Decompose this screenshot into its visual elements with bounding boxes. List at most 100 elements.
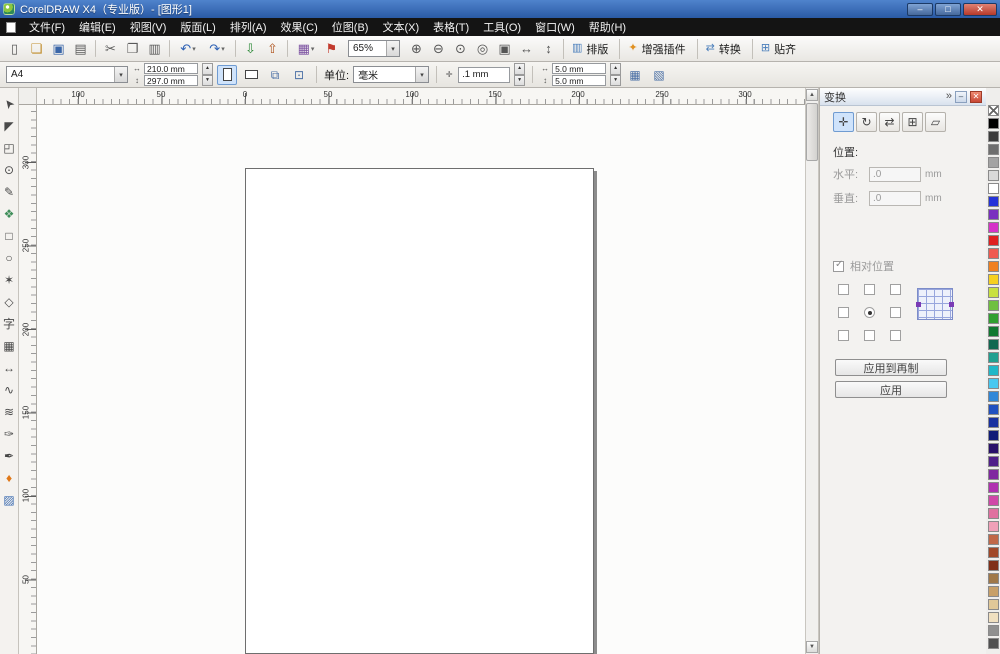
duplicate-y-field[interactable]: 5.0 mm — [552, 75, 607, 86]
color-swatch[interactable] — [987, 235, 999, 246]
fill-tool[interactable]: ♦ — [0, 467, 19, 489]
import-icon[interactable]: ⇩ — [240, 38, 261, 59]
all-pages-button[interactable]: ⧉ — [265, 65, 285, 85]
scale-mirror-transform-button[interactable]: ⇄ — [879, 112, 900, 132]
rotate-transform-button[interactable]: ↻ — [856, 112, 877, 132]
color-swatch[interactable] — [987, 612, 999, 623]
draw-options-button[interactable]: ▧ — [649, 65, 669, 85]
crop-tool[interactable]: ◰ — [0, 137, 19, 159]
maximize-button[interactable]: □ — [935, 2, 961, 16]
application-launcher-icon[interactable]: ▦ — [292, 38, 320, 59]
color-swatch[interactable] — [987, 573, 999, 584]
anchor-right[interactable] — [890, 307, 901, 318]
menu-effects[interactable]: 效果(C) — [274, 18, 325, 36]
relative-position-checkbox[interactable] — [833, 259, 844, 272]
color-swatch[interactable] — [987, 352, 999, 363]
color-swatch[interactable] — [987, 274, 999, 285]
portrait-button[interactable] — [217, 64, 237, 85]
position-transform-button[interactable]: ✛ — [833, 112, 854, 132]
separator[interactable] — [287, 40, 288, 57]
color-swatch[interactable] — [987, 339, 999, 350]
color-swatch[interactable] — [987, 170, 999, 181]
ellipse-tool[interactable]: ○ — [0, 247, 19, 269]
color-swatch[interactable] — [987, 430, 999, 441]
docker-collapse-button[interactable]: – — [955, 90, 967, 103]
color-swatch[interactable] — [987, 144, 999, 155]
scrollbar-thumb[interactable] — [806, 103, 818, 161]
welcome-screen-icon[interactable]: ⚑ — [321, 38, 342, 59]
color-swatch[interactable] — [987, 469, 999, 480]
nudge-offset-field[interactable]: .1 mm — [458, 66, 511, 83]
duplicate-spinner[interactable] — [610, 63, 622, 86]
duplicate-x-field[interactable]: 5.0 mm — [552, 63, 607, 74]
color-swatch[interactable] — [987, 625, 999, 636]
color-swatch[interactable] — [987, 378, 999, 389]
dropdown-arrow-icon[interactable] — [114, 67, 127, 82]
nudge-spinner[interactable] — [514, 63, 526, 86]
color-swatch[interactable] — [987, 456, 999, 467]
scroll-up-icon[interactable] — [806, 89, 818, 101]
rectangle-tool[interactable]: □ — [0, 225, 19, 247]
minimize-button[interactable]: – — [907, 2, 933, 16]
shape-tool[interactable]: ◤ — [0, 115, 19, 137]
vertical-scrollbar[interactable] — [805, 88, 819, 654]
outline-pen-tool[interactable]: ✒ — [0, 445, 19, 467]
color-swatch[interactable] — [987, 404, 999, 415]
color-swatch[interactable] — [987, 560, 999, 571]
snap-button[interactable]: ⊞ 贴齐 — [751, 38, 804, 59]
polygon-tool[interactable]: ✶ — [0, 269, 19, 291]
vertical-ruler[interactable]: 300 250 200 150 100 50 — [19, 105, 37, 654]
horizontal-ruler[interactable]: 100 50 0 50 100 150 200 250 300 — [37, 88, 805, 105]
color-swatch[interactable] — [987, 183, 999, 194]
redo-icon[interactable]: ↷ — [203, 38, 231, 59]
color-swatch[interactable] — [987, 118, 999, 129]
open-icon[interactable]: ❏ — [26, 38, 47, 59]
pick-tool[interactable]: ➤ — [0, 93, 19, 115]
color-swatch[interactable] — [987, 482, 999, 493]
menu-view[interactable]: 视图(V) — [123, 18, 174, 36]
color-swatch[interactable] — [987, 261, 999, 272]
save-icon[interactable]: ▣ — [48, 38, 69, 59]
menu-table[interactable]: 表格(T) — [426, 18, 476, 36]
ruler-origin-button[interactable] — [19, 88, 37, 105]
print-icon[interactable]: ▤ — [70, 38, 91, 59]
vertical-position-input[interactable]: .0 — [869, 190, 921, 206]
docker-chevron-icon[interactable]: » — [946, 91, 952, 102]
color-swatch[interactable] — [987, 131, 999, 142]
zoom-in-icon[interactable]: ⊕ — [406, 38, 427, 59]
color-swatch[interactable] — [987, 300, 999, 311]
anchor-bottom-left[interactable] — [838, 330, 849, 341]
close-button[interactable]: ✕ — [963, 2, 997, 16]
horizontal-position-input[interactable]: .0 — [869, 166, 921, 182]
zoom-selected-icon[interactable]: ⊙ — [450, 38, 471, 59]
menu-tools[interactable]: 工具(O) — [476, 18, 528, 36]
size-transform-button[interactable]: ⊞ — [902, 112, 923, 132]
apply-button[interactable]: 应用 — [835, 381, 947, 398]
color-swatch[interactable] — [987, 248, 999, 259]
color-swatch[interactable] — [987, 313, 999, 324]
zoom-tool[interactable]: ⊙ — [0, 159, 19, 181]
docker-close-button[interactable]: ✕ — [970, 90, 982, 103]
connector-tool[interactable]: ∿ — [0, 379, 19, 401]
anchor-top-left[interactable] — [838, 284, 849, 295]
skew-transform-button[interactable]: ▱ — [925, 112, 946, 132]
export-icon[interactable]: ⇧ — [262, 38, 283, 59]
cut-icon[interactable]: ✂ — [100, 38, 121, 59]
new-document-icon[interactable]: ▯ — [4, 38, 25, 59]
color-swatch[interactable] — [987, 521, 999, 532]
paper-size-combobox[interactable]: A4 — [6, 66, 128, 83]
color-swatch[interactable] — [987, 586, 999, 597]
menu-help[interactable]: 帮助(H) — [582, 18, 633, 36]
apply-to-duplicate-button[interactable]: 应用到再制 — [835, 359, 947, 376]
landscape-button[interactable] — [241, 65, 261, 85]
color-swatch[interactable] — [987, 365, 999, 376]
menu-arrange[interactable]: 排列(A) — [223, 18, 274, 36]
color-swatch[interactable] — [987, 287, 999, 298]
typesetting-button[interactable]: ▥ 排版 — [563, 38, 616, 59]
separator[interactable] — [95, 40, 96, 57]
menu-text[interactable]: 文本(X) — [375, 18, 426, 36]
units-combobox[interactable]: 毫米 — [353, 66, 430, 83]
interactive-fill-tool[interactable]: ▨ — [0, 489, 19, 511]
menu-edit[interactable]: 编辑(E) — [72, 18, 123, 36]
color-swatch[interactable] — [987, 222, 999, 233]
